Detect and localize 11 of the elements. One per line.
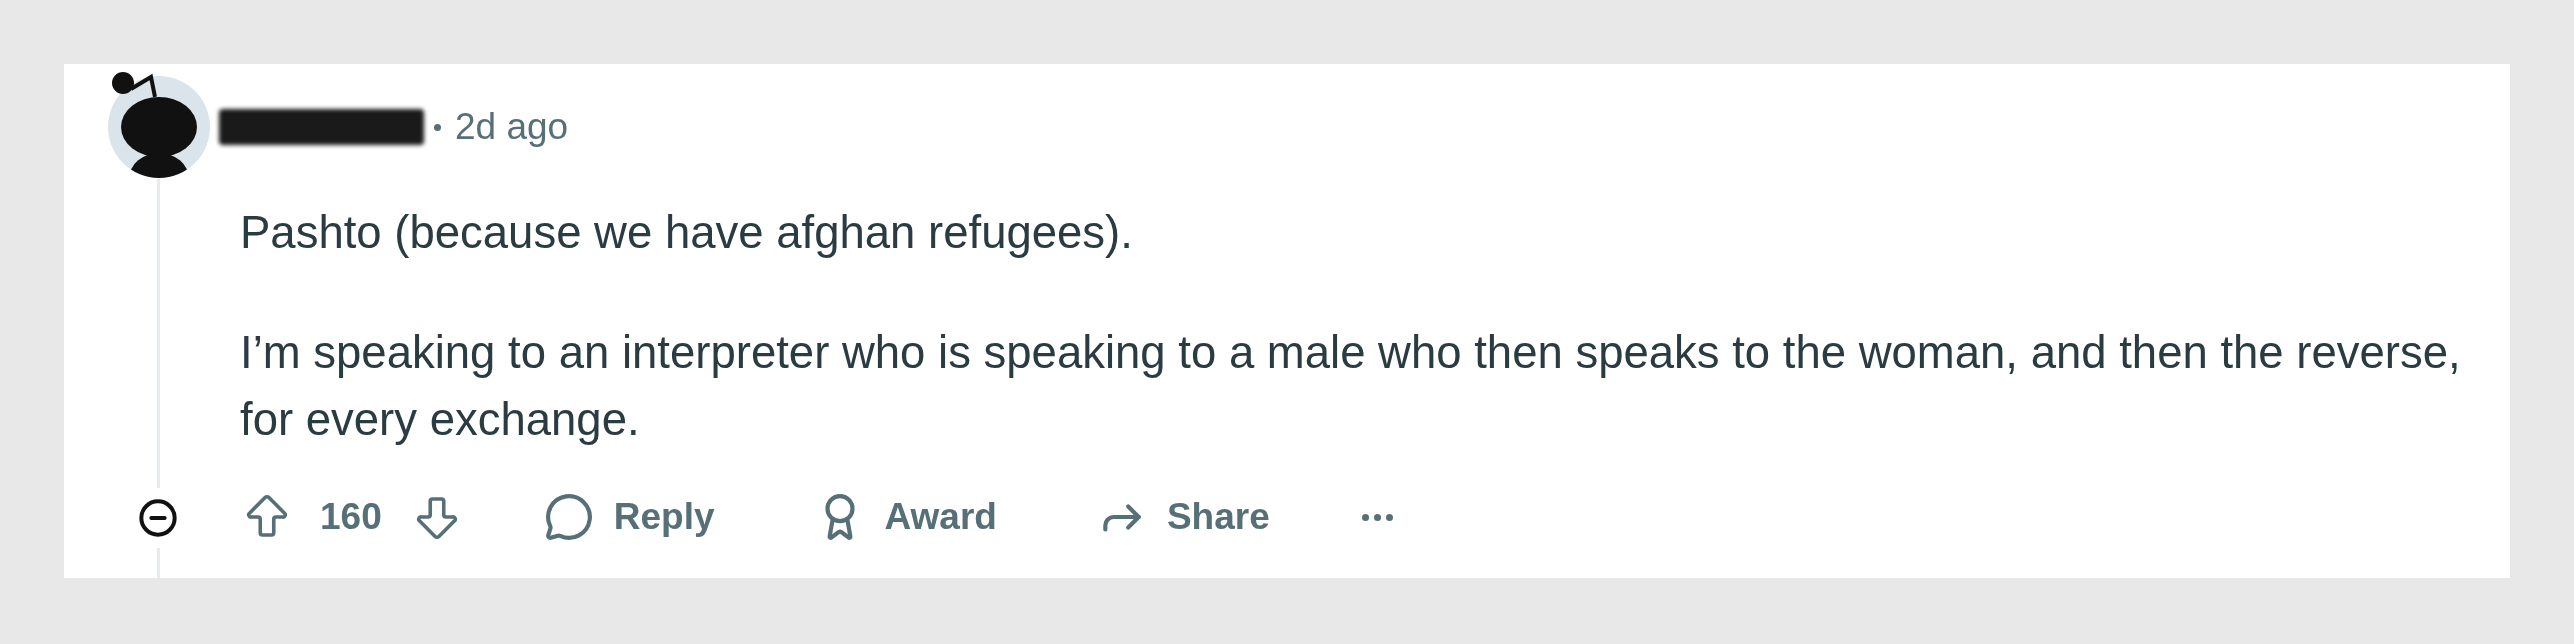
more-icon — [1361, 513, 1393, 521]
collapse-icon — [138, 497, 178, 539]
vote-count: 160 — [320, 495, 382, 540]
award-button[interactable]: Award — [814, 489, 997, 545]
timestamp: 2d ago — [455, 107, 569, 145]
comment-paragraph: I’m speaking to an interpreter who is speaking to a male who then speaks to the woman, and then the reverse, for every exchange. — [240, 326, 2462, 447]
share-button[interactable]: Share — [1096, 489, 1270, 545]
comment-paragraph: Pashto (because we have afghan refugees). — [240, 206, 1134, 260]
speech-bubble-icon — [543, 492, 594, 542]
more-options-button[interactable] — [1361, 513, 1393, 521]
reply-button[interactable]: Reply — [543, 489, 715, 545]
